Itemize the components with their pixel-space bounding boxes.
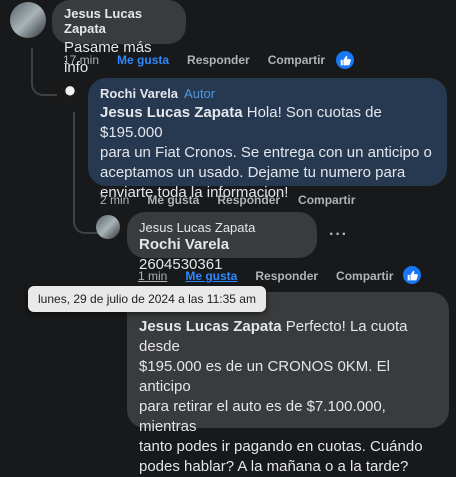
avatar[interactable]: [10, 2, 46, 38]
comment-bubble: Jesus Lucas Zapata Rochi Varela 26045303…: [127, 212, 317, 273]
timestamp-tooltip: lunes, 29 de julio de 2024 a las 11:35 a…: [28, 286, 266, 312]
reply-button[interactable]: Responder: [255, 269, 318, 283]
like-button[interactable]: Me gusta: [117, 53, 169, 67]
comment-bubble: Jesus Lucas Zapata Pasame más info: [52, 0, 186, 76]
comment-time[interactable]: 2 min: [100, 193, 129, 207]
mention-link[interactable]: Jesus Lucas Zapata: [139, 318, 282, 335]
comment-time[interactable]: 17 min: [63, 53, 99, 67]
reply-button[interactable]: Responder: [217, 193, 280, 207]
comment-bubble: Rochi Varela Autor Jesus Lucas Zapata Hol…: [88, 78, 447, 201]
thread-line: [31, 48, 57, 96]
like-button[interactable]: Me gusta: [185, 269, 237, 283]
comment-time[interactable]: 1 min: [138, 269, 167, 283]
comment-author[interactable]: Rochi Varela: [100, 86, 178, 101]
share-button[interactable]: Compartir: [298, 193, 355, 207]
comment-author[interactable]: Jesus Lucas Zapata: [139, 220, 305, 235]
comment-actions: 2 min Me gusta Responder Compartir: [100, 193, 355, 207]
more-options-icon[interactable]: ···: [329, 226, 348, 244]
comment-actions: 17 min Me gusta Responder Compartir: [63, 53, 325, 67]
mention-link[interactable]: Jesus Lucas Zapata: [100, 104, 243, 121]
comment-bubble: Rochi VarelaAutor Jesus Lucas Zapata Per…: [127, 292, 449, 475]
like-button[interactable]: Me gusta: [147, 193, 199, 207]
comment-author[interactable]: Jesus Lucas Zapata: [64, 6, 174, 36]
avatar[interactable]: [58, 80, 82, 104]
reply-button[interactable]: Responder: [187, 53, 250, 67]
comment-author-line: Rochi Varela Autor: [100, 86, 435, 101]
mention-link[interactable]: Rochi Varela: [139, 236, 229, 253]
thumbs-up-icon[interactable]: [336, 51, 354, 69]
comment-actions: 1 min Me gusta Responder Compartir: [138, 269, 393, 283]
thumbs-up-icon[interactable]: [403, 266, 421, 284]
share-button[interactable]: Compartir: [336, 269, 393, 283]
comment-text: Jesus Lucas Zapata Perfecto! La cuota de…: [139, 318, 423, 475]
comment-text: Jesus Lucas Zapata Hola! Son cuotas de $…: [100, 104, 432, 201]
avatar[interactable]: [96, 215, 120, 239]
share-button[interactable]: Compartir: [268, 53, 325, 67]
author-badge: Autor: [184, 86, 216, 101]
